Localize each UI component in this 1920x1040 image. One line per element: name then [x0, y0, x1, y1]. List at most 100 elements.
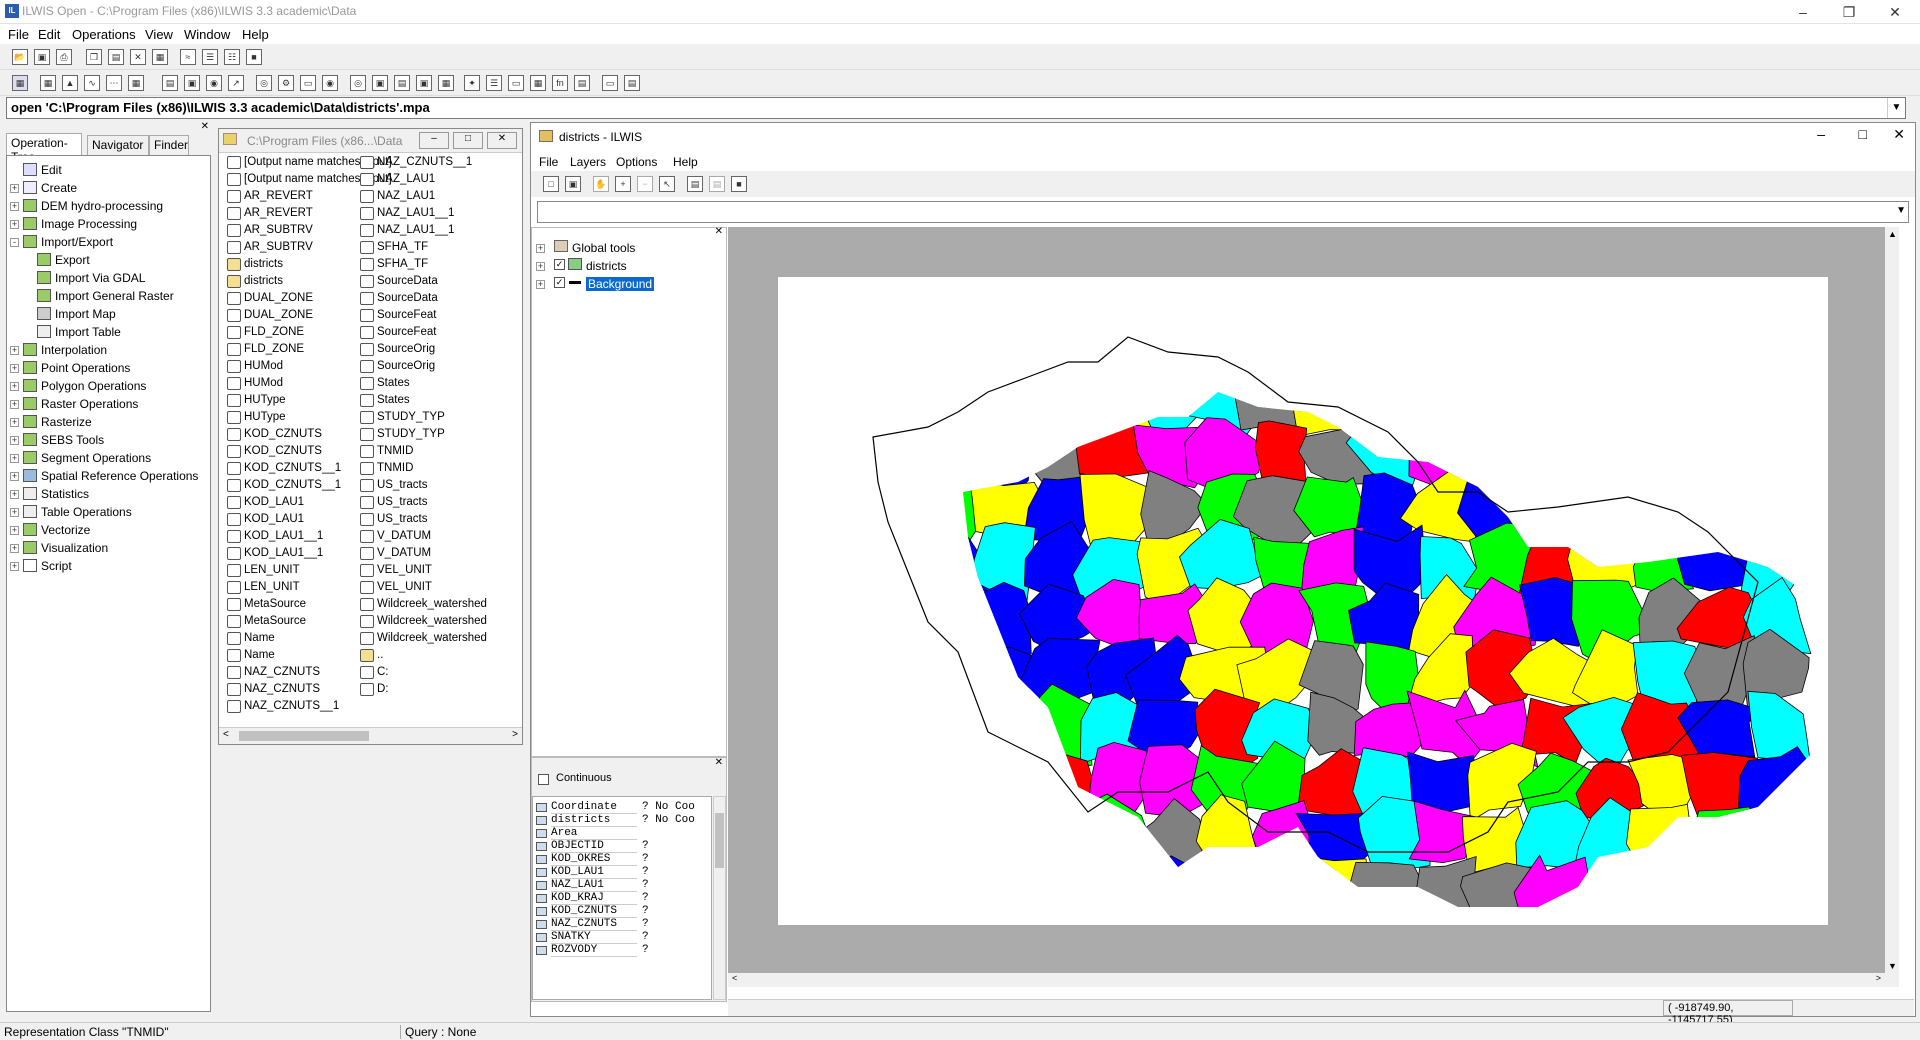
point-map-icon[interactable]: ⋯	[106, 75, 122, 91]
tree-item-segment-operations[interactable]: + Segment Operations	[7, 450, 207, 468]
district-polygon[interactable]	[1565, 362, 1647, 438]
expand-icon[interactable]: +	[10, 526, 19, 535]
stereo-pair-icon[interactable]: ▤	[394, 75, 410, 91]
tree-item-point-operations[interactable]: + Point Operations	[7, 360, 207, 378]
matrix-icon[interactable]: ▦	[530, 75, 546, 91]
menu-file[interactable]: File	[8, 27, 29, 42]
layout-icon[interactable]: ▦	[438, 75, 454, 91]
catalog-minimize-button[interactable]: –	[419, 132, 449, 149]
district-polygon[interactable]	[1515, 363, 1586, 438]
catalog-close-button[interactable]: ✕	[487, 132, 517, 149]
layer-global-tools[interactable]: + Global tools	[532, 240, 722, 258]
representation-icon[interactable]: ◉	[322, 75, 338, 91]
district-polygon[interactable]	[969, 869, 1049, 925]
tree-item-export[interactable]: Export	[7, 252, 207, 270]
expand-icon[interactable]: +	[10, 436, 19, 445]
redraw-icon[interactable]: ▣	[565, 176, 581, 192]
tree-item-vectorize[interactable]: + Vectorize	[7, 522, 207, 540]
tree-item-import-via-gdal[interactable]: Import Via GDAL	[7, 270, 207, 288]
expand-icon[interactable]: +	[10, 562, 19, 571]
tree-item-table-operations[interactable]: + Table Operations	[7, 504, 207, 522]
domain-icon[interactable]: ▭	[300, 75, 316, 91]
pan-hand-icon[interactable]: ✋	[593, 176, 609, 192]
map-close-button[interactable]: ✕	[1893, 126, 1905, 143]
restore-button[interactable]: ❐	[1826, 0, 1872, 24]
tree-item-spatial-reference-operations[interactable]: + Spatial Reference Operations	[7, 468, 207, 486]
menu-view[interactable]: View	[145, 27, 173, 42]
polygon-map-icon[interactable]: ▲	[62, 75, 78, 91]
segment-map-icon[interactable]: ∿	[84, 75, 100, 91]
district-polygon[interactable]	[1682, 418, 1757, 494]
remove-layer-icon[interactable]: ▤	[709, 176, 725, 192]
tree-item-interpolation[interactable]: + Interpolation	[7, 342, 207, 360]
district-polygon[interactable]	[1515, 419, 1588, 500]
district-polygon[interactable]	[910, 809, 991, 882]
district-polygon[interactable]	[854, 417, 941, 497]
district-polygon[interactable]	[967, 581, 1032, 661]
district-polygon[interactable]	[860, 576, 941, 658]
district-polygon[interactable]	[1126, 911, 1199, 925]
layer-background[interactable]: + ✓ Background	[532, 276, 722, 294]
copy-object-icon[interactable]: ▦	[152, 49, 168, 65]
district-polygon[interactable]	[967, 799, 1049, 865]
district-polygon[interactable]	[915, 635, 987, 706]
map-menu-file[interactable]: File	[539, 155, 558, 169]
map-minimize-button[interactable]: –	[1817, 126, 1825, 142]
expand-icon[interactable]: +	[10, 454, 19, 463]
minimize-button[interactable]: –	[1780, 0, 1826, 24]
district-polygon[interactable]	[1673, 468, 1767, 543]
raster-map-icon[interactable]: ▦	[40, 75, 56, 91]
district-polygon[interactable]	[972, 362, 1038, 443]
district-polygon[interactable]	[1021, 799, 1108, 878]
paste-icon[interactable]: ▤	[108, 49, 124, 65]
districts-map[interactable]	[778, 277, 1828, 925]
district-polygon[interactable]	[1245, 859, 1318, 925]
district-polygon[interactable]	[1179, 852, 1272, 924]
district-polygon[interactable]	[1075, 357, 1161, 437]
catalog-maximize-button[interactable]: □	[453, 132, 483, 149]
district-polygon[interactable]	[1413, 370, 1483, 436]
menu-window[interactable]: Window	[184, 27, 230, 42]
layer-districts[interactable]: + ✓ districts	[532, 258, 722, 276]
continuous-checkbox[interactable]	[538, 774, 549, 785]
district-polygon[interactable]	[861, 918, 935, 925]
district-polygon[interactable]	[918, 581, 991, 662]
table-icon[interactable]: ▦	[128, 75, 144, 91]
tab-finder[interactable]: Finder	[149, 135, 189, 155]
map-maximize-button[interactable]: □	[1859, 126, 1867, 142]
tree-item-sebs-tools[interactable]: + SEBS Tools	[7, 432, 207, 450]
district-polygon[interactable]	[1576, 916, 1654, 925]
filter-icon[interactable]: ☰	[486, 75, 502, 91]
district-polygon[interactable]	[1133, 855, 1210, 925]
tree-item-import-map[interactable]: Import Map	[7, 306, 207, 324]
district-polygon[interactable]	[1021, 862, 1098, 925]
district-polygon[interactable]	[862, 638, 942, 712]
district-polygon[interactable]	[1179, 519, 1263, 590]
map-command-input[interactable]: ▼	[537, 201, 1909, 223]
district-polygon[interactable]	[1349, 861, 1428, 925]
district-polygon[interactable]	[1462, 910, 1536, 925]
map-menu-help[interactable]: Help	[673, 155, 698, 169]
tree-item-image-processing[interactable]: + Image Processing	[7, 216, 207, 234]
district-polygon[interactable]	[1740, 371, 1815, 434]
close-pane-icon[interactable]: ✕	[715, 757, 723, 768]
add-layer-icon[interactable]: ▤	[687, 176, 703, 192]
district-polygon[interactable]	[1687, 806, 1760, 873]
tab-operation-tree[interactable]: Operation-Tree	[6, 133, 82, 164]
expand-icon[interactable]: +	[10, 202, 19, 211]
district-polygon[interactable]	[1633, 485, 1709, 548]
district-polygon[interactable]	[1407, 909, 1480, 925]
map-vscrollbar[interactable]: ▲ ▼	[1885, 227, 1899, 987]
district-polygon[interactable]	[1562, 472, 1646, 547]
district-polygon[interactable]	[1032, 361, 1095, 439]
district-polygon[interactable]	[913, 918, 992, 925]
district-polygon[interactable]	[1461, 421, 1546, 489]
scroll-thumb[interactable]	[239, 731, 369, 741]
district-polygon[interactable]	[1747, 472, 1813, 542]
tab-navigator[interactable]: Navigator	[87, 135, 149, 155]
map-hscrollbar[interactable]: < >	[728, 973, 1899, 987]
fn-icon[interactable]: fn	[552, 75, 568, 91]
expand-icon[interactable]: +	[10, 418, 19, 427]
menu-help[interactable]: Help	[242, 27, 269, 42]
district-polygon[interactable]	[1744, 416, 1819, 493]
